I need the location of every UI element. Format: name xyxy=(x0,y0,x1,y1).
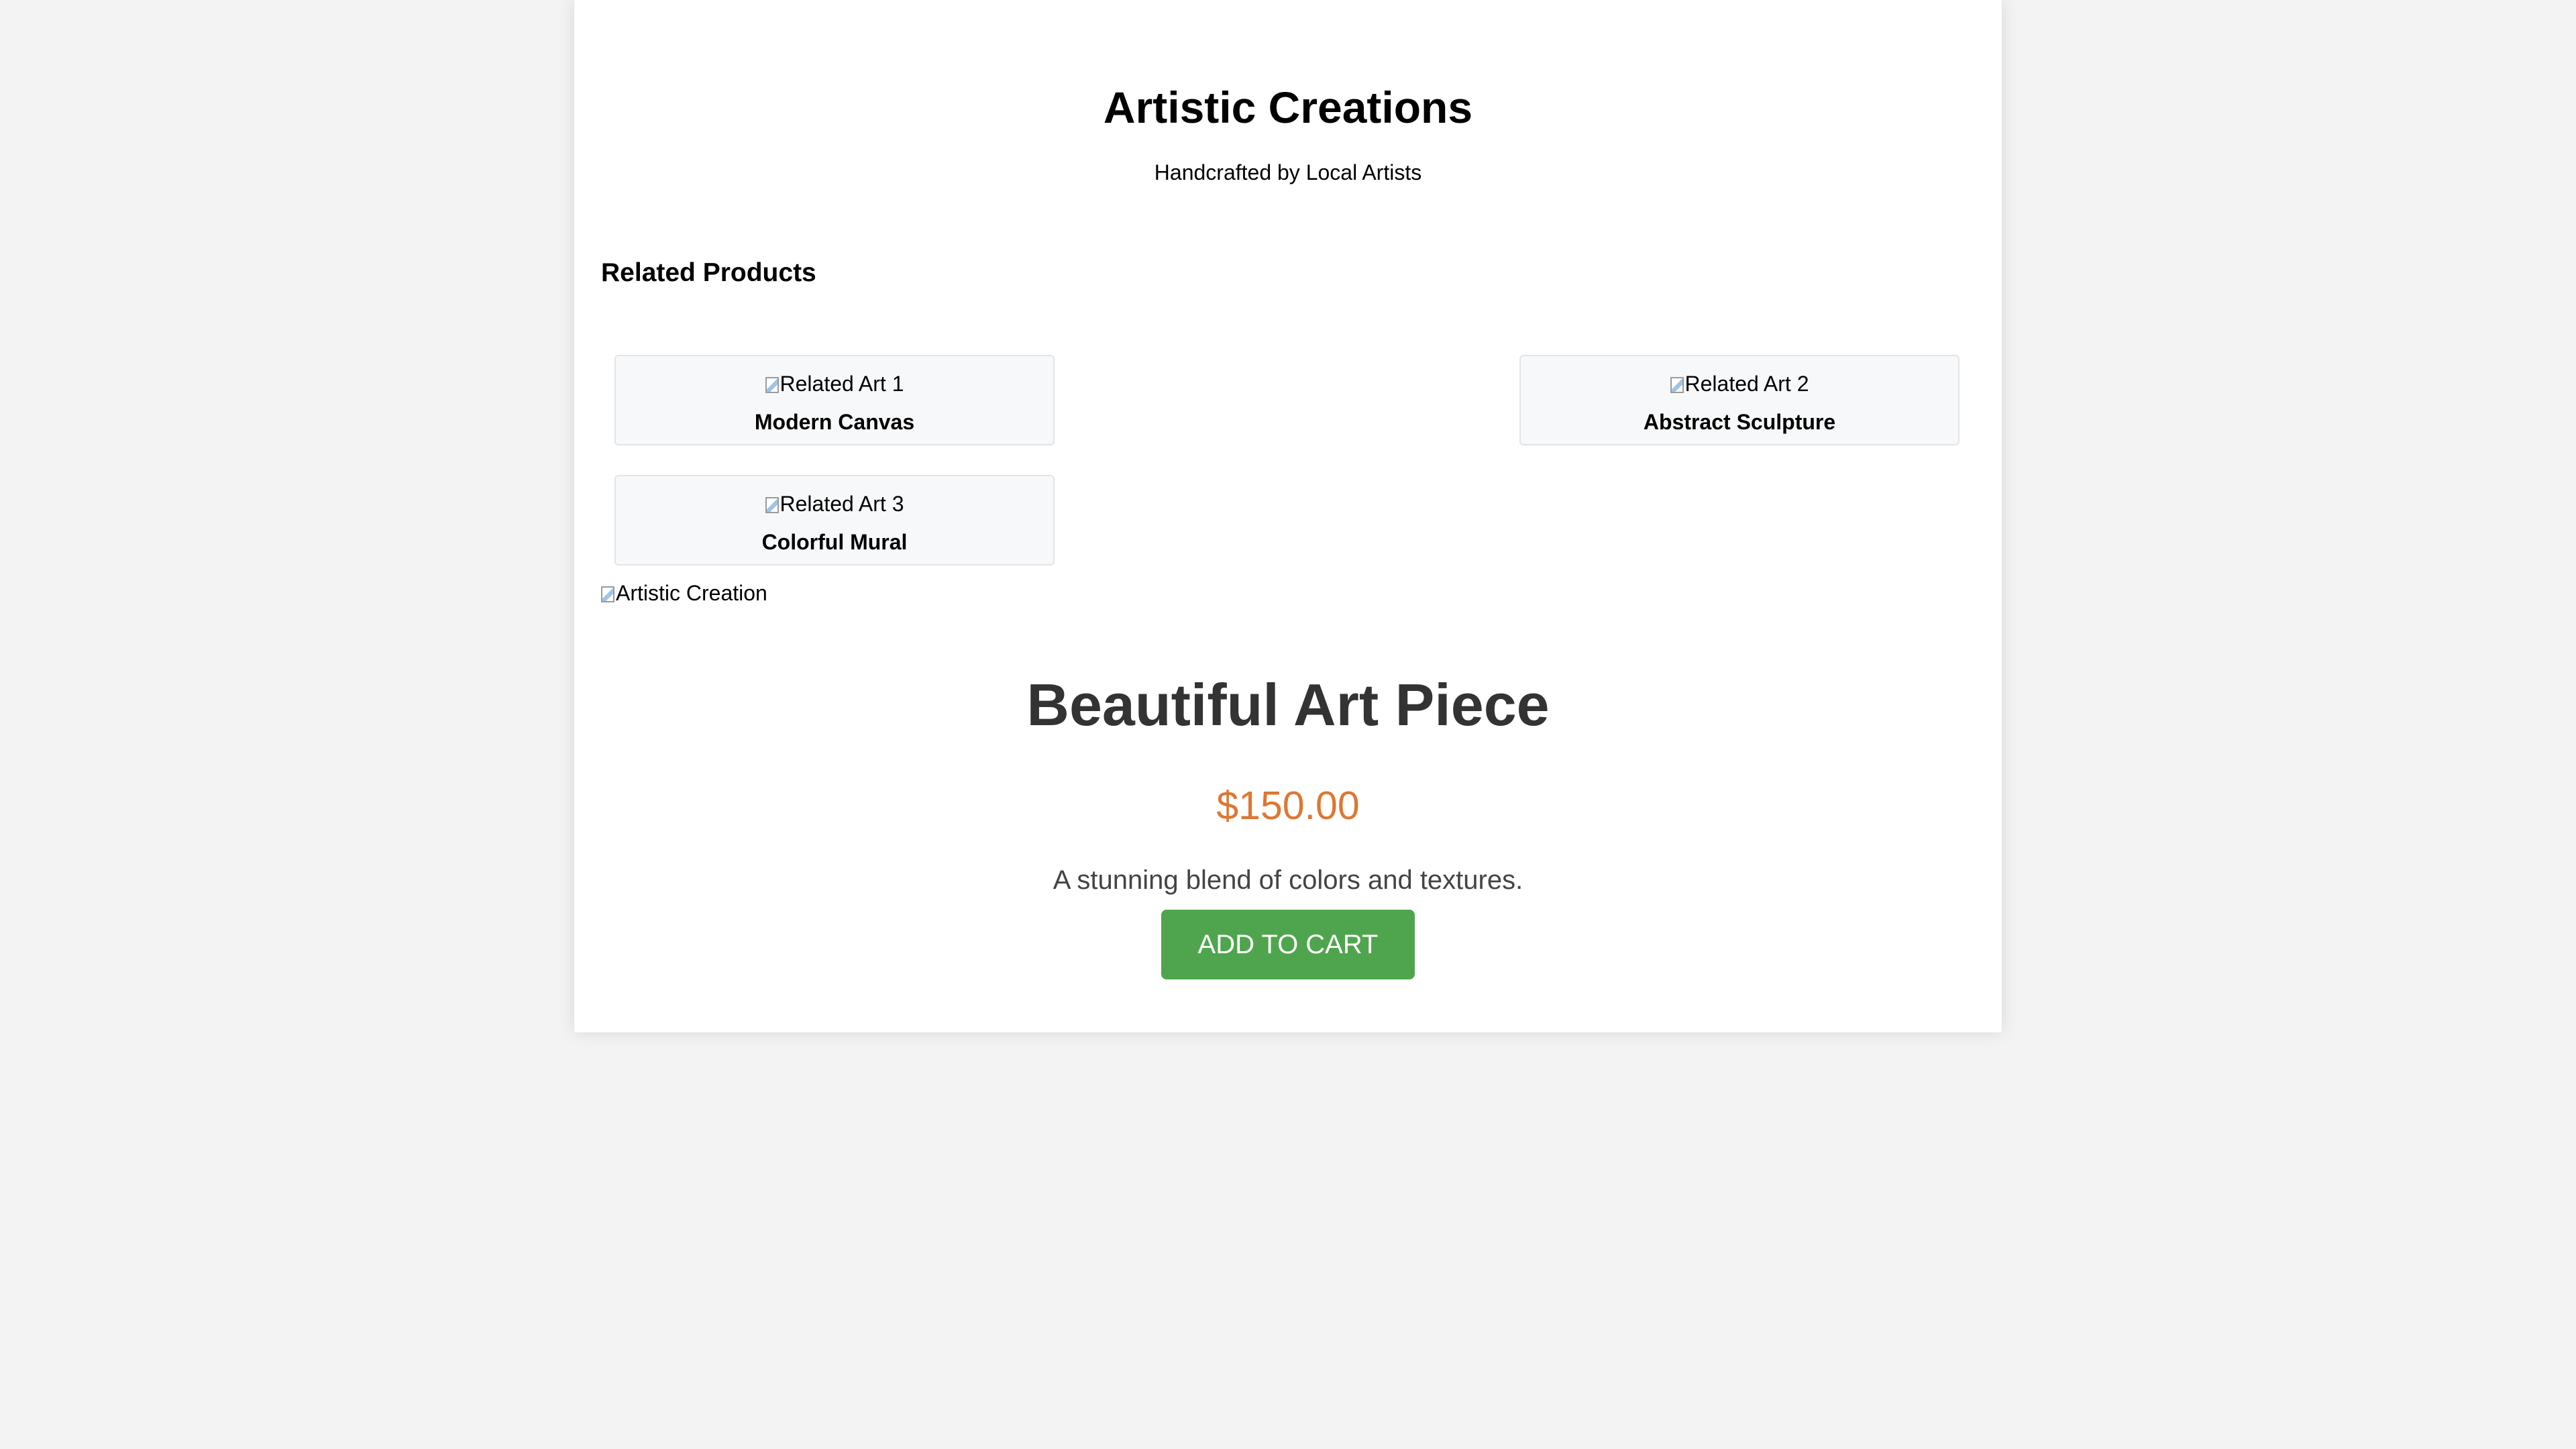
related-product-image-alt: Related Art 2 xyxy=(1684,372,1809,396)
related-product-image[interactable]: Related Art 3 xyxy=(616,490,1053,518)
broken-image-icon xyxy=(765,377,779,393)
product-price: $150.00 xyxy=(1216,784,1360,828)
broken-image-icon xyxy=(765,497,779,513)
site-title: Artistic Creations xyxy=(1103,83,1473,132)
related-product-image[interactable]: Related Art 2 xyxy=(1521,370,1958,398)
product-image: Artistic Creation xyxy=(601,579,767,607)
product-image-alt: Artistic Creation xyxy=(616,581,767,605)
product-description: A stunning blend of colors and textures. xyxy=(1053,865,1523,895)
add-to-cart-button[interactable]: ADD TO CART xyxy=(1161,910,1415,979)
related-product-card[interactable]: Related Art 3 Colorful Mural xyxy=(614,475,1055,566)
main-container: Artistic Creations Handcrafted by Local … xyxy=(574,0,2002,1032)
related-product-image-alt: Related Art 1 xyxy=(780,372,904,396)
related-product-card[interactable]: Related Art 2 Abstract Sculpture xyxy=(1519,355,1960,445)
related-product-title: Modern Canvas xyxy=(754,410,915,434)
broken-image-icon xyxy=(601,586,614,602)
related-product-card[interactable]: Related Art 1 Modern Canvas xyxy=(614,355,1055,445)
related-product-image[interactable]: Related Art 1 xyxy=(616,370,1053,398)
related-product-title: Abstract Sculpture xyxy=(1643,410,1836,434)
related-products-heading: Related Products xyxy=(601,258,816,287)
related-product-title: Colorful Mural xyxy=(761,530,908,554)
broken-image-icon xyxy=(1670,377,1684,393)
product-title: Beautiful Art Piece xyxy=(1026,672,1550,738)
related-product-image-alt: Related Art 3 xyxy=(780,492,904,516)
site-subtitle: Handcrafted by Local Artists xyxy=(1154,160,1422,184)
